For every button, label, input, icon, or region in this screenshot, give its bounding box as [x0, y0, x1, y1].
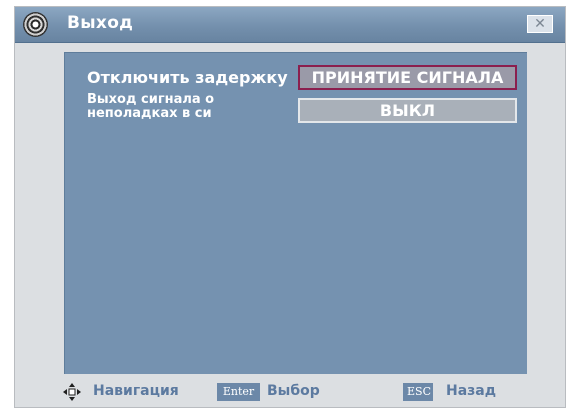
- settings-panel: Отключить задержку ПРИНЯТИЕ СИГНАЛА Выхо…: [64, 52, 527, 374]
- window-title: Выход: [67, 13, 134, 33]
- navigation-hint: Навигация: [93, 383, 179, 399]
- settings-window: Выход ✕ Отключить задержку ПРИНЯТИЕ СИГН…: [14, 6, 566, 408]
- four-way-arrow-icon: [63, 383, 81, 401]
- esc-key-badge: ESC: [403, 383, 433, 401]
- setting-label-line-1: Выход сигнала о: [87, 92, 215, 107]
- setting-label-fault-signal-output: Выход сигнала о неполадках в си: [87, 93, 287, 121]
- setting-label-line-2: неполадках в си: [87, 106, 212, 121]
- select-hint: Выбор: [267, 383, 320, 399]
- setting-label-disable-delay: Отключить задержку: [87, 68, 288, 87]
- back-hint: Назад: [446, 383, 497, 399]
- setting-value-disable-delay[interactable]: ПРИНЯТИЕ СИГНАЛА: [298, 65, 517, 90]
- close-button[interactable]: ✕: [527, 15, 553, 33]
- satellite-dish-icon: [23, 12, 48, 37]
- title-bar: Выход ✕: [15, 7, 565, 43]
- enter-key-badge: Enter: [217, 383, 260, 401]
- setting-value-fault-signal-output[interactable]: ВЫКЛ: [298, 98, 517, 123]
- footer-hints: Навигация Enter Выбор ESC Назад: [15, 379, 565, 407]
